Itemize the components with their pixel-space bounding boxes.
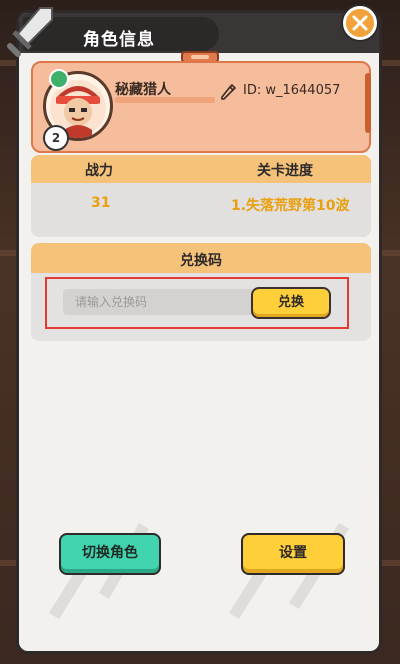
- player-name: 秘藏猎人: [115, 82, 171, 98]
- stats-header: [31, 155, 371, 183]
- redeem-code-input[interactable]: [63, 289, 273, 315]
- progress-value: 1.失落荒野第10波: [231, 198, 350, 214]
- stats-box: 战力 关卡进度 31 1.失落荒野第10波: [31, 155, 371, 237]
- progress-label: 关卡进度: [257, 163, 313, 179]
- player-id: ID: w_1644057: [243, 83, 341, 98]
- sword-icon: [7, 7, 53, 57]
- redeem-button[interactable]: 兑换: [251, 287, 331, 319]
- switch-character-button[interactable]: 切换角色: [59, 533, 161, 575]
- redeem-title: 兑换码: [180, 253, 222, 269]
- close-icon: [352, 15, 368, 31]
- level-badge: 2: [43, 125, 69, 151]
- card-edge: [365, 73, 371, 133]
- status-badge-icon: [49, 69, 69, 89]
- power-value: 31: [91, 195, 111, 211]
- profile-card: 2 秘藏猎人 ID: w_1644057: [31, 61, 371, 153]
- power-label: 战力: [85, 163, 113, 179]
- character-info-panel: 角色信息 2 秘藏猎人 ID: w_1644057 战力 关卡进度 31 1.失…: [16, 10, 382, 654]
- pencil-icon[interactable]: [219, 83, 237, 105]
- panel-title: 角色信息: [83, 30, 155, 50]
- settings-button[interactable]: 设置: [241, 533, 345, 575]
- close-button[interactable]: [343, 6, 377, 40]
